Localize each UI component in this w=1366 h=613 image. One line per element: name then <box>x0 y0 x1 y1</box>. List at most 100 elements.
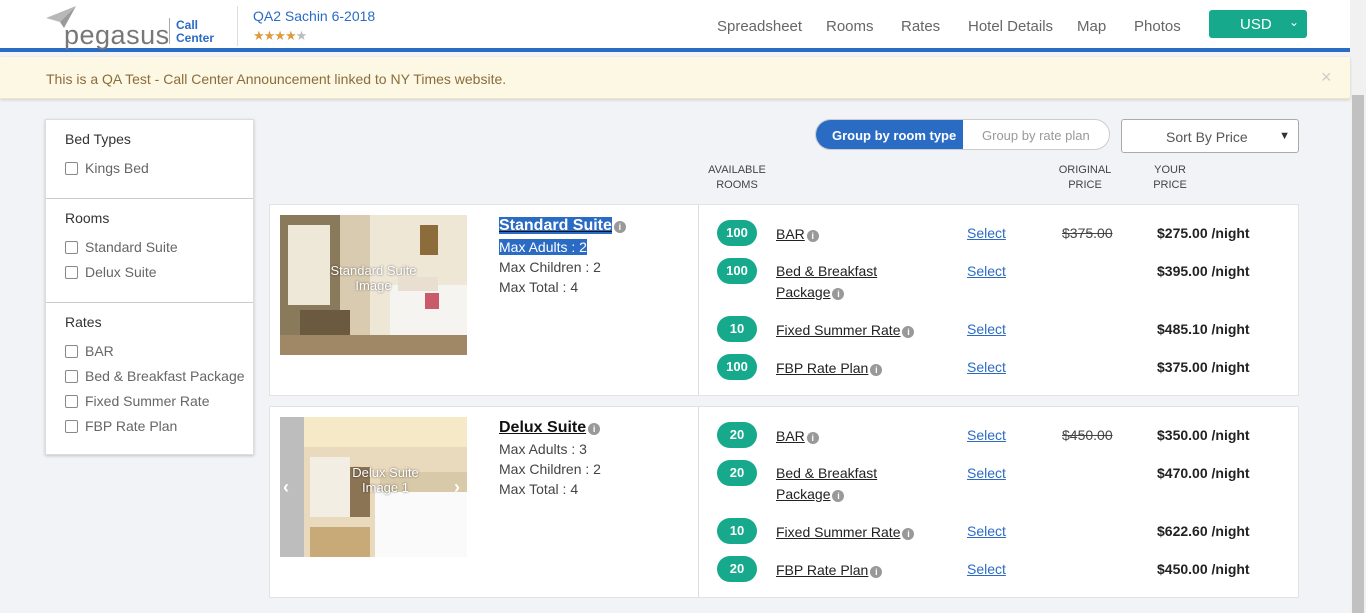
rate-name[interactable]: Fixed Summer Rate i <box>776 522 915 543</box>
nav-spreadsheet[interactable]: Spreadsheet <box>717 18 802 35</box>
scrollbar-thumb[interactable] <box>1352 95 1364 613</box>
group-toggle: Group by room type Group by rate plan <box>815 119 1110 150</box>
rate-name-text: Package <box>776 486 831 502</box>
hotel-name[interactable]: QA2 Sachin 6-2018 <box>253 8 375 24</box>
sort-select[interactable]: Sort By Price ▼ <box>1121 119 1299 153</box>
info-icon[interactable]: i <box>870 566 883 578</box>
filter-fbp-rate-plan[interactable]: FBP Rate Plan <box>65 418 177 434</box>
filter-kings-bed[interactable]: Kings Bed <box>65 160 149 176</box>
chevron-left-icon[interactable]: ‹ <box>283 477 289 498</box>
nav-map[interactable]: Map <box>1077 18 1106 35</box>
info-icon[interactable]: i <box>902 528 915 540</box>
original-price: $450.00 <box>1062 427 1113 443</box>
logo-wordmark: pegasus <box>64 20 170 50</box>
filter-fixed-summer[interactable]: Fixed Summer Rate <box>65 393 209 409</box>
col-available-rooms: AVAILABLE ROOMS <box>700 163 774 193</box>
your-price: $275.00 /night <box>1157 225 1250 241</box>
select-link[interactable]: Select <box>967 523 1006 539</box>
info-icon[interactable]: i <box>870 364 883 376</box>
rate-name[interactable]: FBP Rate Plan i <box>776 560 883 581</box>
info-icon[interactable]: i <box>806 230 819 242</box>
col-label: PRICE <box>1068 179 1102 191</box>
checkbox[interactable] <box>65 162 78 175</box>
info-icon[interactable]: i <box>806 432 819 444</box>
card-divider <box>698 205 699 395</box>
checkbox[interactable] <box>65 370 78 383</box>
rate-name[interactable]: BAR i <box>776 426 819 447</box>
rate-name[interactable]: Bed & Breakfast Package i <box>776 261 877 303</box>
col-label: ORIGINAL <box>1058 164 1112 176</box>
your-price: $450.00 /night <box>1157 561 1250 577</box>
rate-name-text: BAR <box>776 428 805 444</box>
filter-bar[interactable]: BAR <box>65 343 114 359</box>
filter-bed-breakfast[interactable]: Bed & Breakfast Package <box>65 368 245 384</box>
filter-delux-suite[interactable]: Delux Suite <box>65 264 157 280</box>
filter-standard-suite[interactable]: Standard Suite <box>65 239 178 255</box>
close-icon[interactable]: × <box>1321 67 1332 88</box>
select-link[interactable]: Select <box>967 225 1006 241</box>
room-image[interactable]: Standard Suite Image <box>280 215 467 355</box>
col-label: PRICE <box>1153 179 1187 191</box>
nav-photos[interactable]: Photos <box>1134 18 1181 35</box>
filter-label: Kings Bed <box>85 160 149 176</box>
info-icon[interactable]: i <box>832 288 845 300</box>
info-icon[interactable]: i <box>832 490 845 502</box>
announcement-text[interactable]: This is a QA Test - Call Center Announce… <box>46 71 506 87</box>
nav-hotel-details[interactable]: Hotel Details <box>968 18 1053 35</box>
rate-name[interactable]: Fixed Summer Rate i <box>776 320 915 341</box>
rate-name[interactable]: FBP Rate Plan i <box>776 358 883 379</box>
select-link[interactable]: Select <box>967 465 1006 481</box>
checkbox[interactable] <box>65 241 78 254</box>
original-price: $375.00 <box>1062 225 1113 241</box>
logo-divider <box>169 18 170 44</box>
filter-rooms: Rooms Standard Suite Delux Suite <box>46 198 253 302</box>
card-divider <box>698 407 699 597</box>
your-price: $350.00 /night <box>1157 427 1250 443</box>
your-price: $375.00 /night <box>1157 359 1250 375</box>
select-link[interactable]: Select <box>967 359 1006 375</box>
checkbox[interactable] <box>65 395 78 408</box>
your-price: $622.60 /night <box>1157 523 1250 539</box>
pegasus-logo[interactable]: pegasus Call Center <box>46 6 226 50</box>
select-link[interactable]: Select <box>967 263 1006 279</box>
available-rooms-badge: 100 <box>717 220 757 246</box>
star-icons-filled: ★★★★ <box>253 28 297 43</box>
filter-label: Fixed Summer Rate <box>85 393 210 409</box>
max-adults-text: Max Adults : 2 <box>499 239 587 255</box>
max-adults: Max Adults : 3 <box>499 441 587 457</box>
select-link[interactable]: Select <box>967 561 1006 577</box>
nav-rates[interactable]: Rates <box>901 18 940 35</box>
rate-name-text: FBP Rate Plan <box>776 562 869 578</box>
image-caption-line: Delux Suite <box>352 465 419 480</box>
available-rooms-badge: 100 <box>717 258 757 284</box>
room-name[interactable]: Standard Suite i <box>499 217 626 235</box>
filter-title-bed-types: Bed Types <box>65 131 131 147</box>
select-link[interactable]: Select <box>967 321 1006 337</box>
checkbox[interactable] <box>65 266 78 279</box>
max-children: Max Children : 2 <box>499 461 601 477</box>
checkbox[interactable] <box>65 345 78 358</box>
available-rooms-badge: 10 <box>717 518 757 544</box>
info-icon[interactable]: i <box>588 423 601 435</box>
sort-value: Sort By Price <box>1166 129 1248 145</box>
group-by-room-button[interactable]: Group by room type <box>816 120 963 149</box>
select-link[interactable]: Select <box>967 427 1006 443</box>
filter-label: FBP Rate Plan <box>85 418 178 434</box>
info-icon[interactable]: i <box>902 326 915 338</box>
star-rating: ★★★★★ <box>253 28 307 44</box>
rate-name[interactable]: BAR i <box>776 224 819 245</box>
room-name[interactable]: Delux Suite i <box>499 419 601 437</box>
room-name-text: Delux Suite <box>499 419 587 436</box>
nav-rooms[interactable]: Rooms <box>826 18 874 35</box>
group-by-rate-button[interactable]: Group by rate plan <box>963 120 1109 149</box>
room-image-carousel[interactable]: ‹ › Delux Suite Image 1 <box>280 417 467 557</box>
filter-label: Standard Suite <box>85 239 178 255</box>
checkbox[interactable] <box>65 420 78 433</box>
info-icon[interactable]: i <box>613 221 626 233</box>
room-card-delux-suite: ‹ › Delux Suite Image 1 Delux Suite i Max… <box>269 406 1299 598</box>
your-price: $470.00 /night <box>1157 465 1250 481</box>
available-rooms-badge: 10 <box>717 316 757 342</box>
filter-rates: Rates BAR Bed & Breakfast Package Fixed … <box>46 302 253 454</box>
currency-dropdown[interactable]: USD ⌄ <box>1209 10 1307 38</box>
rate-name[interactable]: Bed & Breakfast Package i <box>776 463 877 505</box>
